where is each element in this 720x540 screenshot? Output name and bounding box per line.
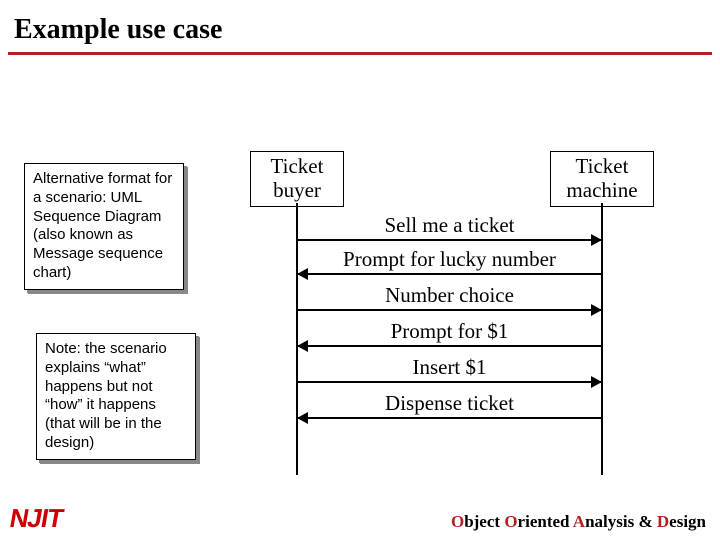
arrow-right-icon bbox=[298, 239, 601, 241]
slide-content: Alternative format for a scenario: UML S… bbox=[0, 55, 720, 475]
arrow-left-icon bbox=[298, 417, 601, 419]
footer-word: nalysis & bbox=[585, 512, 657, 531]
note-alternative-format: Alternative format for a scenario: UML S… bbox=[24, 163, 184, 290]
arrow-right-icon bbox=[298, 381, 601, 383]
footer-word: bject bbox=[464, 512, 504, 531]
footer-letter: O bbox=[451, 512, 464, 531]
footer-letter: D bbox=[657, 512, 669, 531]
footer-letter: O bbox=[504, 512, 517, 531]
arrow-right-icon bbox=[298, 309, 601, 311]
arrow-left-icon bbox=[298, 345, 601, 347]
footer-course-title: Object Oriented Analysis & Design bbox=[451, 512, 706, 532]
participant-ticket-machine: Ticket machine bbox=[550, 151, 654, 207]
slide-title: Example use case bbox=[0, 0, 720, 52]
footer-letter: A bbox=[573, 512, 585, 531]
arrow-left-icon bbox=[298, 273, 601, 275]
footer-word: riented bbox=[518, 512, 573, 531]
participant-ticket-buyer: Ticket buyer bbox=[250, 151, 344, 207]
note-what-vs-how: Note: the scenario explains “what” happe… bbox=[36, 333, 196, 460]
message-dispense-ticket: Dispense ticket bbox=[298, 391, 601, 416]
message-prompt-dollar: Prompt for $1 bbox=[298, 319, 601, 344]
message-sell-ticket: Sell me a ticket bbox=[298, 213, 601, 238]
message-number-choice: Number choice bbox=[298, 283, 601, 308]
message-insert-dollar: Insert $1 bbox=[298, 355, 601, 380]
njit-logo: NJIT bbox=[7, 503, 65, 534]
footer-word: esign bbox=[669, 512, 706, 531]
message-prompt-lucky: Prompt for lucky number bbox=[298, 247, 601, 272]
